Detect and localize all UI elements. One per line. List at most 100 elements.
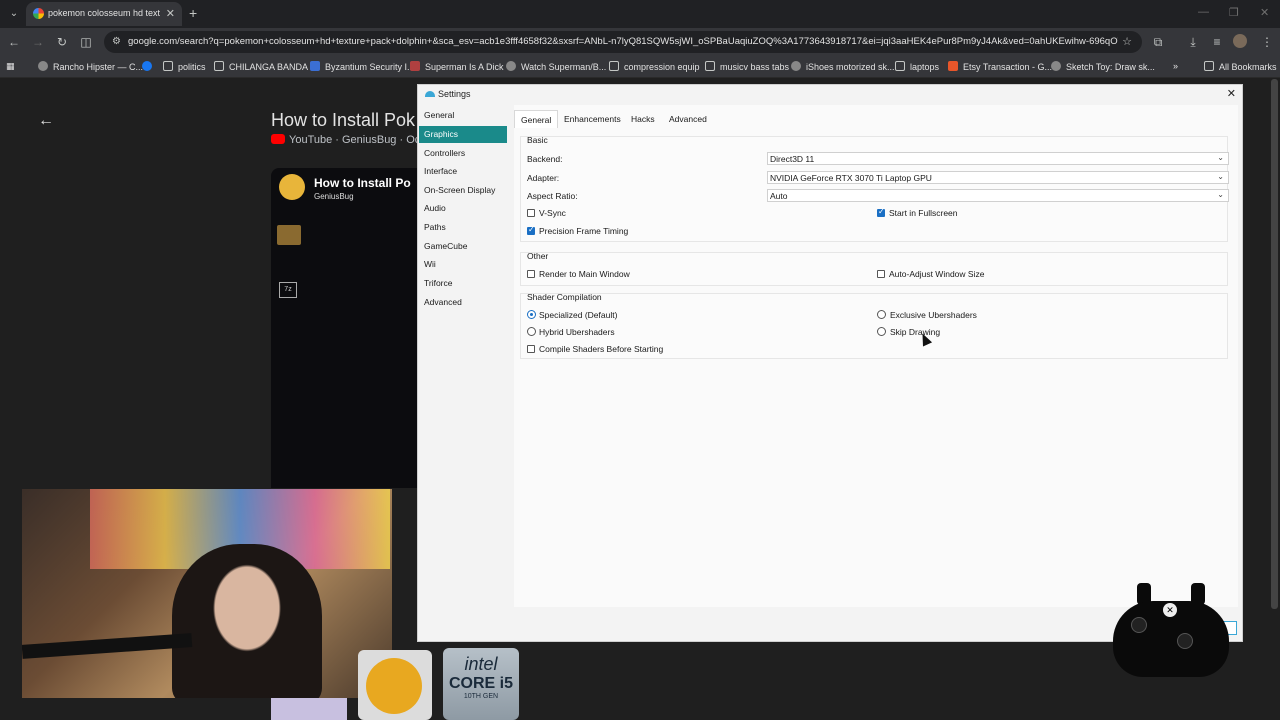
render-main-window-checkbox[interactable] <box>527 270 535 278</box>
tab-close-icon[interactable]: ✕ <box>166 7 175 20</box>
bookmark-folder[interactable]: musicv bass tabs <box>705 61 789 72</box>
sidebar-item-controllers[interactable]: Controllers <box>419 145 507 162</box>
bookmark-folder[interactable]: politics <box>163 61 206 72</box>
channel-avatar <box>279 174 305 200</box>
adapter-select[interactable]: NVIDIA GeForce RTX 3070 Ti Laptop GPU ⌄ <box>767 171 1229 184</box>
skip-drawing-label: Skip Drawing <box>890 327 941 337</box>
bookmark-globe-icon <box>1051 61 1061 71</box>
back-icon[interactable]: ← <box>6 35 22 49</box>
new-tab-icon[interactable]: + <box>189 5 197 21</box>
bookmark-item[interactable]: Superman Is A Dick <box>410 61 504 72</box>
aspect-ratio-select[interactable]: Auto ⌄ <box>767 189 1229 202</box>
backend-select[interactable]: Direct3D 11 ⌄ <box>767 152 1229 165</box>
window-close-icon[interactable]: ✕ <box>1260 6 1269 19</box>
bookmark-star-icon[interactable]: ☆ <box>1122 35 1132 48</box>
tab-search-icon[interactable]: ⌄ <box>6 6 22 22</box>
specialized-label: Specialized (Default) <box>539 310 618 320</box>
sidebar-item-on-screen-display[interactable]: On-Screen Display <box>419 182 507 199</box>
address-bar[interactable]: ⚙ google.com/search?q=pokemon+colosseum+… <box>104 31 1142 53</box>
basic-group: Basic Backend: Direct3D 11 ⌄ Adapter: NVI… <box>520 135 1229 242</box>
sidebar-item-interface[interactable]: Interface <box>419 163 507 180</box>
bookmark-item[interactable]: Sketch Toy: Draw sk... <box>1051 61 1155 72</box>
folder-icon <box>1204 61 1214 71</box>
sidebar-item-paths[interactable]: Paths <box>419 219 507 236</box>
browser-tab[interactable]: pokemon colosseum hd texture ✕ <box>26 2 182 26</box>
reload-icon[interactable]: ↻ <box>54 35 70 49</box>
video-title[interactable]: How to Install Pok <box>271 110 415 131</box>
extensions-icon[interactable]: ⧉ <box>1150 35 1166 50</box>
backend-label: Backend: <box>527 154 563 164</box>
profile-avatar[interactable] <box>1233 34 1247 48</box>
media-icon[interactable]: ≡ <box>1209 35 1225 49</box>
google-favicon-icon <box>33 8 44 19</box>
chevron-down-icon: ⌄ <box>1217 172 1224 181</box>
exclusive-ubershaders-radio[interactable] <box>877 310 886 319</box>
bookmark-folder[interactable]: compression equip <box>609 61 700 72</box>
bookmark-item[interactable]: Watch Superman/B... <box>506 61 606 72</box>
webcam-person <box>172 544 322 698</box>
bookmark-globe-icon <box>506 61 516 71</box>
precision-frame-timing-label: Precision Frame Timing <box>539 226 629 236</box>
minimize-icon[interactable]: — <box>1198 6 1209 18</box>
sidebar-item-audio[interactable]: Audio <box>419 200 507 217</box>
bookmarks-bar: ▦ Rancho Hipster — C... politics CHILANG… <box>0 56 1280 78</box>
download-icon[interactable]: ⤓ <box>1185 35 1201 50</box>
dialog-close-icon[interactable]: ✕ <box>1227 87 1236 100</box>
exclusive-ubershaders-label: Exclusive Ubershaders <box>890 310 977 320</box>
precision-frame-timing-checkbox[interactable] <box>527 225 535 235</box>
sidebar-item-wii[interactable]: Wii <box>419 256 507 273</box>
bookmark-item[interactable]: Etsy Transaction - G... <box>948 61 1052 72</box>
tab-general[interactable]: General <box>514 110 559 128</box>
vsync-label: V-Sync <box>539 208 566 218</box>
basic-heading: Basic <box>527 135 548 145</box>
sidebar-item-advanced[interactable]: Advanced <box>419 294 507 311</box>
compile-shaders-checkbox[interactable] <box>527 345 535 353</box>
back-arrow-icon[interactable]: ← <box>38 112 54 130</box>
bookmark-item[interactable]: Rancho Hipster — C... <box>38 61 143 72</box>
bookmark-item[interactable] <box>142 61 157 72</box>
site-info-icon[interactable]: ⚙ <box>112 36 121 47</box>
side-panel-icon[interactable]: ◫ <box>78 35 94 49</box>
tab-hacks[interactable]: Hacks <box>625 110 661 128</box>
all-bookmarks[interactable]: All Bookmarks <box>1204 61 1277 72</box>
etsy-icon <box>948 61 958 71</box>
hybrid-ubershaders-radio[interactable] <box>527 327 536 336</box>
video-player[interactable]: How to Install Po GeniusBug 7z <box>271 168 421 488</box>
embed-channel: GeniusBug <box>314 192 354 201</box>
sidebar-item-general[interactable]: General <box>419 107 507 124</box>
dolphin-icon <box>425 91 435 97</box>
start-fullscreen-label: Start in Fullscreen <box>889 208 958 218</box>
menu-icon[interactable]: ⋮ <box>1259 35 1275 49</box>
dialog-titlebar: Settings ✕ <box>418 85 1242 105</box>
tab-advanced[interactable]: Advanced <box>663 110 713 128</box>
right-stick <box>1177 633 1193 649</box>
auto-adjust-window-checkbox[interactable] <box>877 270 885 278</box>
maximize-icon[interactable]: ❐ <box>1229 6 1239 19</box>
gamecube-controller-thumbnail[interactable] <box>358 650 432 720</box>
sidebar-item-graphics[interactable]: Graphics <box>419 126 507 143</box>
other-heading: Other <box>527 251 549 261</box>
specialized-radio[interactable] <box>527 310 536 319</box>
page-scrollbar[interactable] <box>1271 79 1278 609</box>
start-fullscreen-checkbox[interactable] <box>877 207 885 217</box>
apps-icon[interactable]: ▦ <box>6 61 15 72</box>
bookmark-item[interactable]: Byzantium Security I... <box>310 61 415 72</box>
xbox-controller-overlay: ✕ <box>1113 583 1229 678</box>
bookmark-folder[interactable]: CHILANGA BANDA <box>214 61 308 72</box>
other-group: Other Render to Main Window Auto-Adjust … <box>520 251 1228 286</box>
vsync-checkbox[interactable] <box>527 209 535 217</box>
embed-title: How to Install Po <box>314 176 411 190</box>
bookmark-folder[interactable]: laptops <box>895 61 939 72</box>
tab-enhancements[interactable]: Enhancements <box>558 110 627 128</box>
bookmark-item[interactable]: iShoes motorized sk... <box>791 61 895 72</box>
forward-icon[interactable]: → <box>30 35 46 49</box>
folder-icon <box>163 61 173 71</box>
bookmark-globe-icon <box>38 61 48 71</box>
sidebar-item-triforce[interactable]: Triforce <box>419 275 507 292</box>
taskbar-thumbnail[interactable] <box>271 698 347 720</box>
more-bookmarks-icon[interactable]: » <box>1173 61 1178 71</box>
folder-icon <box>705 61 715 71</box>
facebook-icon <box>142 61 152 71</box>
sidebar-item-gamecube[interactable]: GameCube <box>419 238 507 255</box>
skip-drawing-radio[interactable] <box>877 327 886 336</box>
